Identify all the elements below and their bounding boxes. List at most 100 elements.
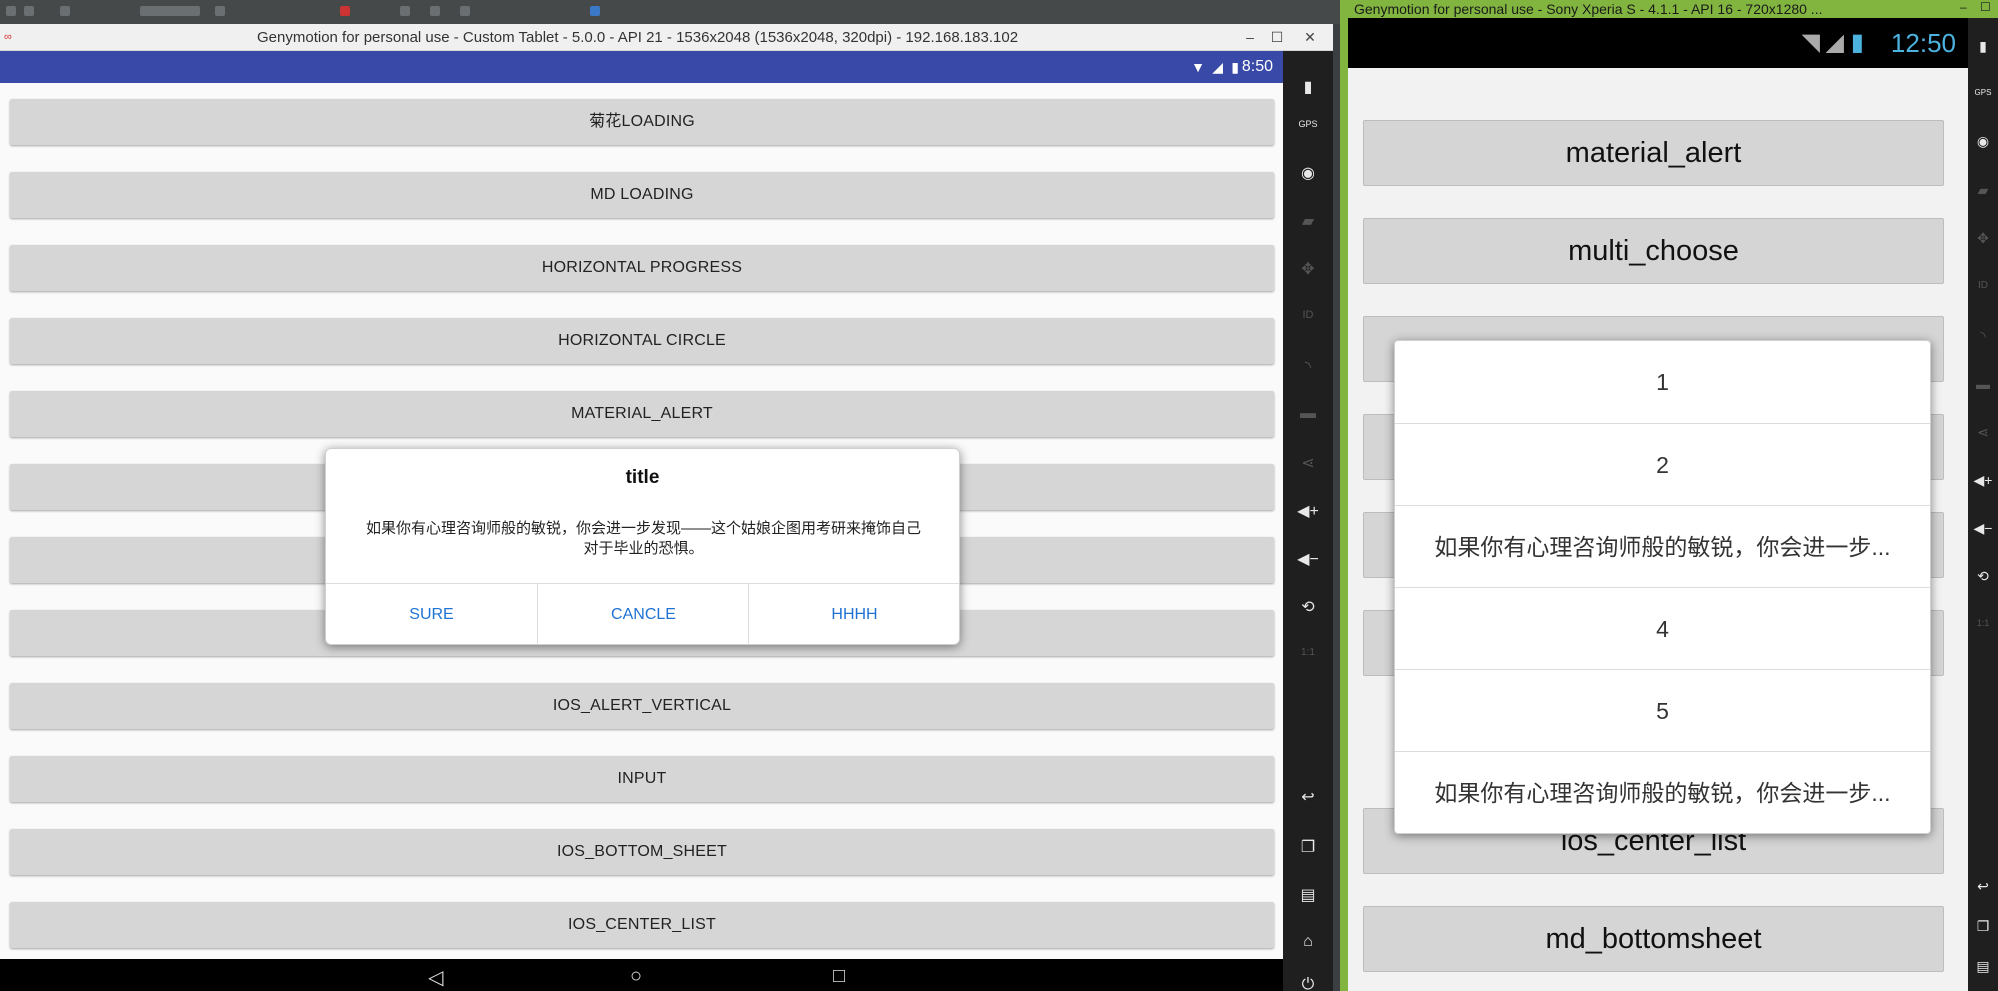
- ide-help-icon[interactable]: [590, 6, 600, 16]
- ide-icon[interactable]: [215, 6, 225, 16]
- demo-button-ios-bottom-sheet[interactable]: IOS_BOTTOM_SHEET: [10, 829, 1274, 875]
- gps-icon[interactable]: GPS: [1283, 119, 1333, 129]
- volume-down-icon[interactable]: ◀−: [1283, 549, 1333, 569]
- id-icon[interactable]: ID: [1283, 309, 1333, 321]
- recent-apps-icon[interactable]: ❐: [1283, 837, 1333, 857]
- scale-icon[interactable]: 1:1: [1968, 618, 1998, 628]
- ide-icon[interactable]: [24, 6, 34, 16]
- demo-button-material-alert[interactable]: MATERIAL_ALERT: [10, 391, 1274, 437]
- ide-icon[interactable]: [6, 6, 16, 16]
- demo-button-input[interactable]: INPUT: [10, 756, 1274, 802]
- demo-button-horizontal-circle[interactable]: HORIZONTAL CIRCLE: [10, 318, 1274, 364]
- move-icon[interactable]: ✥: [1968, 230, 1998, 247]
- rotate-icon[interactable]: ⟲: [1968, 568, 1998, 585]
- id-icon[interactable]: ID: [1968, 280, 1998, 291]
- share-icon[interactable]: ⋖: [1283, 453, 1333, 473]
- home-icon[interactable]: ⌂: [1283, 933, 1333, 951]
- battery-icon[interactable]: ▮: [1968, 38, 1998, 55]
- rotate-icon[interactable]: ⟲: [1283, 597, 1333, 617]
- demo-button-material-alert[interactable]: material_alert: [1363, 120, 1944, 186]
- status-bar: ▼ ◢ ▮ 8:50: [0, 51, 1283, 83]
- rss-icon[interactable]: ◝: [1968, 328, 1998, 345]
- list-item[interactable]: 2: [1395, 424, 1930, 506]
- maximize-button[interactable]: ☐: [1980, 0, 1991, 14]
- genymotion-tablet-window: ∞ Genymotion for personal use - Custom T…: [0, 24, 1333, 991]
- dialog-title: title: [625, 467, 660, 488]
- menu-icon[interactable]: ▤: [1968, 958, 1998, 975]
- list-item[interactable]: 如果你有心理咨询师般的敏锐，你会进一步...: [1395, 506, 1930, 588]
- window-title: Genymotion for personal use - Custom Tab…: [257, 29, 1019, 46]
- message-icon[interactable]: ▬: [1968, 376, 1998, 392]
- battery-icon[interactable]: ▮: [1283, 77, 1333, 97]
- share-icon[interactable]: ⋖: [1968, 424, 1998, 441]
- genymotion-logo-icon: ∞: [4, 31, 12, 43]
- menu-icon[interactable]: ▤: [1283, 885, 1333, 905]
- ide-icon[interactable]: [400, 6, 410, 16]
- volume-down-icon[interactable]: ◀−: [1968, 520, 1998, 537]
- window-frame: [1340, 18, 1348, 991]
- volume-up-icon[interactable]: ◀+: [1283, 501, 1333, 521]
- wifi-icon: ◥: [1801, 29, 1820, 56]
- demo-button-multi-choose[interactable]: multi_choose: [1363, 218, 1944, 284]
- alert-dialog: title 如果你有心理咨询师般的敏锐，你会进一步发现——这个姑娘企图用考研来掩…: [325, 448, 960, 645]
- camera-icon[interactable]: ▰: [1968, 182, 1998, 199]
- list-item[interactable]: 4: [1395, 588, 1930, 670]
- signal-icon: ◢: [1825, 29, 1844, 56]
- minimize-button[interactable]: –: [1960, 0, 1967, 14]
- dialog-sure-button[interactable]: SURE: [326, 584, 537, 645]
- back-icon[interactable]: ↩: [1968, 878, 1998, 895]
- list-item[interactable]: 1: [1395, 341, 1930, 423]
- minimize-button[interactable]: –: [1237, 26, 1263, 48]
- demo-button-md-bottomsheet[interactable]: md_bottomsheet: [1363, 906, 1944, 972]
- dialog-hhhh-button[interactable]: HHHH: [749, 584, 960, 645]
- status-time: 8:50: [1241, 58, 1273, 75]
- signal-icon: ◢: [1212, 59, 1223, 75]
- ide-vcs-icon[interactable]: [460, 6, 470, 16]
- back-icon[interactable]: ↩: [1283, 787, 1333, 807]
- demo-button-ios-center-list[interactable]: IOS_CENTER_LIST: [10, 902, 1274, 948]
- genymotion-side-toolbar: ▮ GPS ◉ ▰ ✥ ID ◝ ▬ ⋖ ◀+ ◀− ⟲ 1:1 ↩ ❐ ▤ ⌂…: [1283, 51, 1333, 991]
- maximize-button[interactable]: ☐: [1264, 26, 1290, 48]
- battery-icon: ▮: [1231, 59, 1239, 75]
- center-list-popup: 1 2 如果你有心理咨询师般的敏锐，你会进一步... 4 5 如果你有心理咨询师…: [1394, 340, 1931, 834]
- ide-icon[interactable]: [60, 6, 70, 16]
- ide-stop-icon[interactable]: [340, 6, 350, 16]
- gps-icon[interactable]: GPS: [1968, 88, 1998, 97]
- webcam-icon[interactable]: ◉: [1968, 133, 1998, 150]
- ide-vcs-icon[interactable]: [430, 6, 440, 16]
- navigation-bar: ◁ ○ □: [0, 959, 1283, 991]
- recent-apps-icon[interactable]: ❐: [1968, 918, 1998, 935]
- desktop: ∞ Genymotion for personal use - Custom T…: [0, 0, 1998, 991]
- genymotion-side-toolbar: ▮ GPS ◉ ▰ ✥ ID ◝ ▬ ⋖ ◀+ ◀− ⟲ 1:1 ↩ ❐ ▤: [1968, 18, 1998, 991]
- nav-recents-icon[interactable]: □: [833, 965, 845, 988]
- genymotion-phone-window: Genymotion for personal use - Sony Xperi…: [1340, 0, 1998, 991]
- demo-button-horizontal-progress[interactable]: HORIZONTAL PROGRESS: [10, 245, 1274, 291]
- window-titlebar: Genymotion for personal use - Sony Xperi…: [1340, 0, 1998, 18]
- battery-icon: ▮: [1850, 29, 1864, 56]
- camera-icon[interactable]: ▰: [1283, 211, 1333, 231]
- move-icon[interactable]: ✥: [1283, 259, 1333, 279]
- rss-icon[interactable]: ◝: [1283, 357, 1333, 377]
- demo-button-ios-alert-vertical[interactable]: IOS_ALERT_VERTICAL: [10, 683, 1274, 729]
- phone-screen: ◥ ◢ ▮ 12:50 material_alert multi_choose …: [1348, 18, 1968, 991]
- volume-up-icon[interactable]: ◀+: [1968, 472, 1998, 489]
- ide-run-config[interactable]: [140, 6, 200, 16]
- message-icon[interactable]: ▬: [1283, 405, 1333, 423]
- dialog-cancle-button[interactable]: CANCLE: [538, 584, 749, 645]
- demo-button-loading[interactable]: 菊花LOADING: [10, 99, 1274, 145]
- wifi-icon: ▼: [1191, 59, 1205, 75]
- nav-back-icon[interactable]: ◁: [428, 965, 443, 990]
- list-item[interactable]: 如果你有心理咨询师般的敏锐，你会进一步...: [1395, 752, 1930, 833]
- nav-home-icon[interactable]: ○: [630, 965, 642, 988]
- power-icon[interactable]: ⏻: [1283, 976, 1333, 991]
- scale-icon[interactable]: 1:1: [1283, 647, 1333, 658]
- list-item[interactable]: 5: [1395, 670, 1930, 752]
- dialog-message: 如果你有心理咨询师般的敏锐，你会进一步发现——这个姑娘企图用考研来掩饰自己对于毕…: [365, 520, 921, 557]
- close-button[interactable]: ✕: [1297, 26, 1323, 48]
- webcam-icon[interactable]: ◉: [1283, 163, 1333, 183]
- window-titlebar: ∞ Genymotion for personal use - Custom T…: [0, 24, 1333, 51]
- demo-button-md-loading[interactable]: MD LOADING: [10, 172, 1274, 218]
- status-bar: ◥ ◢ ▮ 12:50: [1348, 18, 1968, 68]
- window-title: Genymotion for personal use - Sony Xperi…: [1354, 1, 1823, 17]
- status-time: 12:50: [1890, 28, 1956, 58]
